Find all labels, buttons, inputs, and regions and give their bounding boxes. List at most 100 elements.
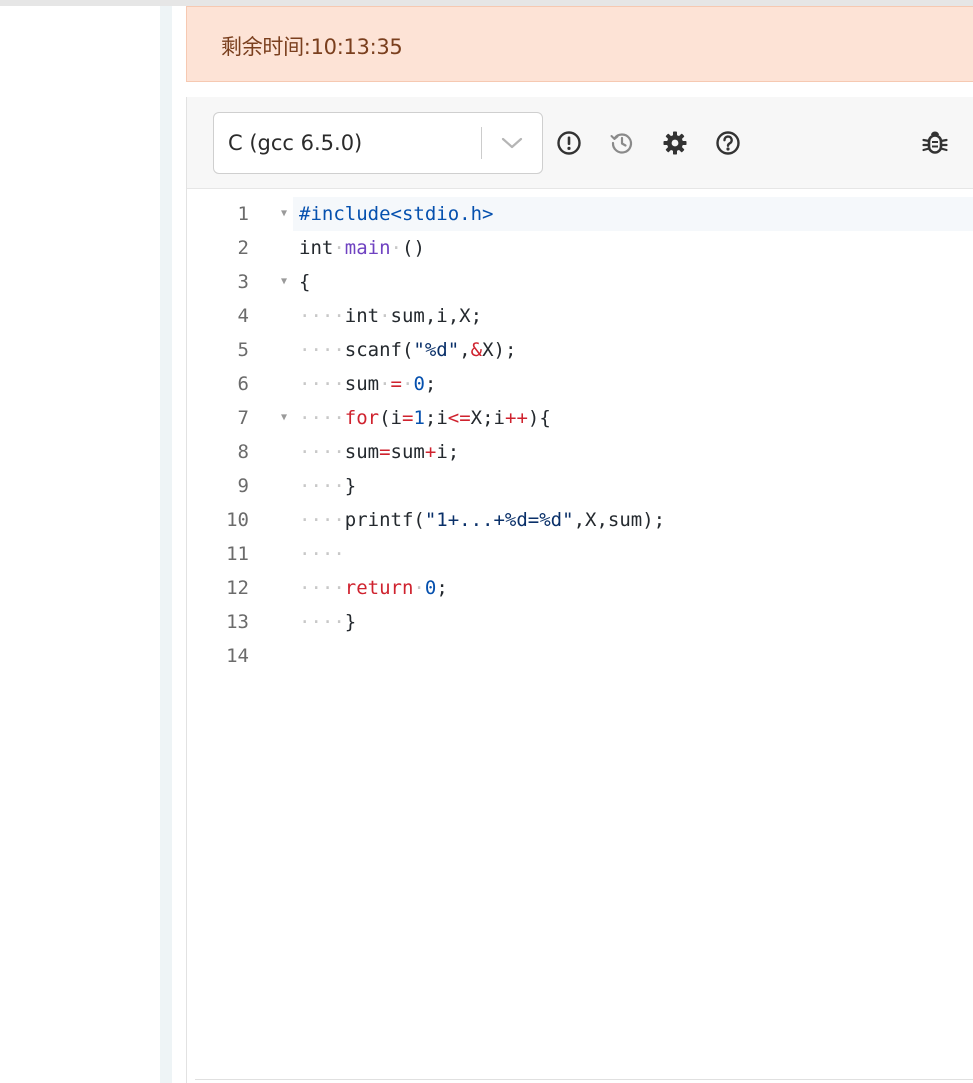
code-line[interactable]: 2 int·main·()	[187, 231, 973, 265]
fold-triangle-icon[interactable]: ▼	[277, 197, 291, 231]
code-token: ····	[299, 339, 345, 361]
code-token: 1	[413, 407, 425, 429]
code-line[interactable]: 3 ▼ {	[187, 265, 973, 299]
exclamation-circle-icon[interactable]	[555, 129, 583, 157]
code-token: #include<stdio.h>	[299, 203, 494, 225]
code-token: ()	[402, 237, 425, 259]
line-number: 2	[237, 237, 249, 259]
code-token: ····	[299, 577, 345, 599]
code-text: ····sum·=·0;	[299, 367, 436, 401]
chevron-down-icon[interactable]	[499, 133, 525, 153]
line-number: 3	[237, 271, 249, 293]
left-sidebar-gutter	[160, 6, 172, 1083]
line-number: 7	[237, 407, 249, 429]
code-token: <=	[447, 407, 471, 429]
code-editor-text-area[interactable]: 1 ▼ #include<stdio.h> 2 int·main·() 3 ▼{4 ····i…	[187, 197, 973, 677]
code-token: 0	[413, 373, 425, 395]
code-text: #include<stdio.h>	[299, 197, 493, 231]
code-token: "1+...+%d=%d"	[424, 509, 574, 531]
code-line-content: ····printf("1+...+%d=%d",X,sum);	[293, 503, 973, 537]
code-token: ·	[413, 577, 425, 599]
code-text: ····return·0;	[299, 571, 448, 605]
code-line-content: {	[293, 265, 973, 299]
code-token: 0	[424, 577, 437, 599]
history-icon[interactable]	[608, 129, 636, 157]
code-text: ····sum=sum+i;	[299, 435, 459, 469]
code-line[interactable]: 6 ····sum·=·0;	[187, 367, 973, 401]
code-editor-panel: C (gcc 6.5.0) 1 ▼ #include<stdio.h> 2 in…	[186, 97, 973, 1083]
code-line[interactable]: 12 ····return·0;	[187, 571, 973, 605]
code-token: (i	[379, 407, 402, 429]
code-line[interactable]: 5 ····scanf("%d",&X);	[187, 333, 973, 367]
gear-icon[interactable]	[661, 129, 689, 157]
code-line[interactable]: 8 ····sum=sum+i;	[187, 435, 973, 469]
code-line[interactable]: 7 ▼ ····for(i=1;i<=X;i++){	[187, 401, 973, 435]
code-token: ····	[299, 509, 345, 531]
code-line[interactable]: 10 ····printf("1+...+%d=%d",X,sum);	[187, 503, 973, 537]
select-separator	[481, 127, 482, 159]
remaining-time-label: 剩余时间:10:13:35	[221, 35, 403, 59]
line-number: 8	[237, 441, 249, 463]
editor-bottom-border	[195, 1079, 973, 1080]
code-token: ····	[299, 373, 345, 395]
code-line[interactable]: 1 ▼ #include<stdio.h>	[187, 197, 973, 231]
line-number: 12	[226, 577, 249, 599]
code-token: return	[344, 577, 414, 599]
code-token: main	[344, 237, 391, 259]
code-token: ·	[379, 373, 391, 395]
code-line-content: ····	[293, 537, 973, 571]
line-number: 6	[237, 373, 249, 395]
code-line-content: ····sum=sum+i;	[293, 435, 973, 469]
code-token: ·	[402, 373, 414, 395]
code-line-content: ····return·0;	[293, 571, 973, 605]
code-text: ····	[299, 537, 345, 571]
code-token: ;	[424, 373, 437, 395]
code-token: int	[299, 237, 334, 259]
code-line[interactable]: 11 ····	[187, 537, 973, 571]
line-number: 11	[226, 543, 249, 565]
code-text: int·main·()	[299, 231, 425, 265]
code-text: ····int·sum,i,X;	[299, 299, 482, 333]
fold-triangle-icon[interactable]: ▼	[277, 401, 291, 435]
code-text: ····scanf("%d",&X);	[299, 333, 516, 367]
code-text: ····}	[299, 469, 356, 503]
code-line-content: #include<stdio.h>	[293, 197, 973, 231]
code-line[interactable]: 4 ····int·sum,i,X;	[187, 299, 973, 333]
code-token: ·	[390, 237, 402, 259]
code-text: ····printf("1+...+%d=%d",X,sum);	[299, 503, 665, 537]
code-token: "%d"	[413, 339, 460, 361]
code-token: =	[379, 441, 391, 463]
code-line-content: ····}	[293, 469, 973, 503]
code-text: {	[299, 265, 310, 299]
code-token: =	[390, 373, 402, 395]
fold-triangle-icon[interactable]: ▼	[277, 265, 291, 299]
code-line-content: ····sum·=·0;	[293, 367, 973, 401]
line-number: 10	[226, 509, 249, 531]
bug-icon[interactable]	[921, 129, 949, 157]
code-line-content	[293, 639, 973, 673]
remaining-time-banner: 剩余时间:10:13:35	[186, 6, 973, 82]
code-line[interactable]: 13 ····}	[187, 605, 973, 639]
line-number: 1	[237, 203, 249, 225]
language-select[interactable]: C (gcc 6.5.0)	[213, 112, 543, 174]
code-line-content: ····int·sum,i,X;	[293, 299, 973, 333]
code-token: }	[344, 475, 357, 497]
code-token: sum	[390, 441, 425, 463]
code-token: ····	[299, 441, 345, 463]
code-text: ····for(i=1;i<=X;i++){	[299, 401, 551, 435]
line-number: 9	[237, 475, 249, 497]
code-line-content: ····for(i=1;i<=X;i++){	[293, 401, 973, 435]
code-line-content: int·main·()	[293, 231, 973, 265]
code-token: ,X,sum);	[573, 509, 666, 531]
code-token: i;	[436, 441, 460, 463]
code-token: sum,i,X;	[390, 305, 483, 327]
code-token: ····	[299, 475, 345, 497]
code-token: ·	[379, 305, 391, 327]
question-circle-icon[interactable]	[714, 129, 742, 157]
code-line[interactable]: 14	[187, 639, 973, 673]
code-token: }	[344, 611, 357, 633]
code-token: scanf(	[344, 339, 414, 361]
code-line[interactable]: 9 ····}	[187, 469, 973, 503]
code-token: ++	[505, 407, 528, 429]
code-token: ,	[459, 339, 471, 361]
